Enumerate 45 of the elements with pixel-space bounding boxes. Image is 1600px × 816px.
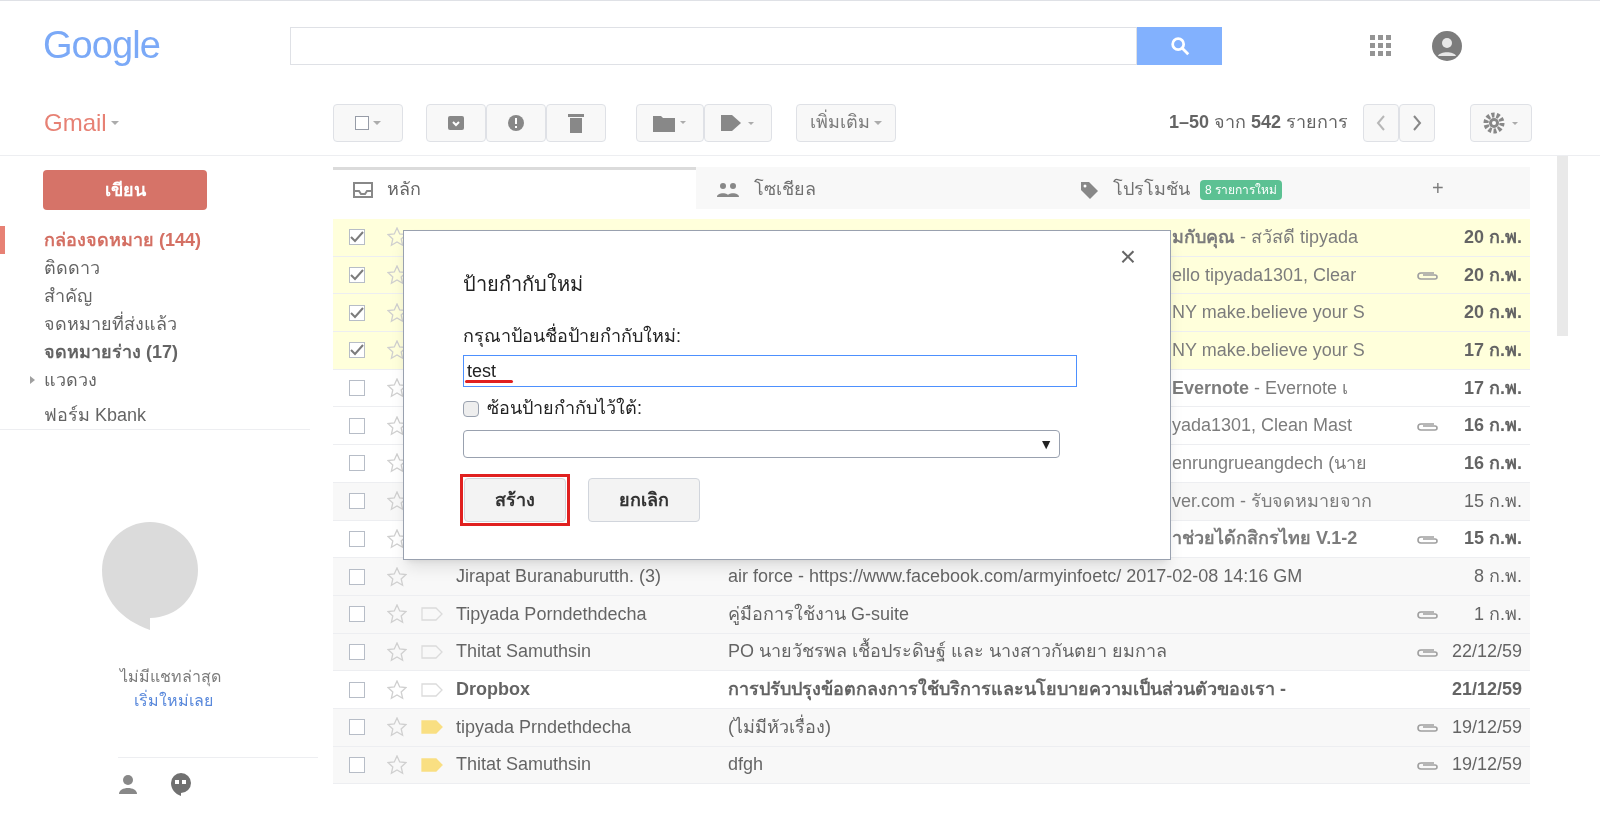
email-date: 19/12/59 <box>1450 715 1523 739</box>
tab-label: โปรโมชัน <box>1113 177 1190 201</box>
email-date: 22/12/59 <box>1450 640 1523 664</box>
email-snippet: มกับคุณ - สวัสดี tipyada <box>1172 225 1360 251</box>
email-date: 15 ก.พ. <box>1462 489 1523 513</box>
chat-empty-text: ไม่มีแชทล่าสุด <box>120 667 222 689</box>
email-snippet: าช่วยได้กสิกรไทย V.1-2 <box>1172 526 1359 551</box>
email-snippet: NY make.believe your S <box>1172 338 1366 362</box>
email-date: 20 ก.พ. <box>1462 263 1523 287</box>
email-date: 17 ก.พ. <box>1462 338 1523 362</box>
email-snippet: Evernote - Evernote เ <box>1172 376 1350 400</box>
tab-label: โซเชียล <box>754 177 816 201</box>
email-snippet: ello tipyada1301, Clear <box>1172 263 1358 287</box>
email-subject: การปรับปรุงข้อตกลงการใช้บริการและนโยบายความเป็นส่วนตัวของเรา - <box>728 676 1287 703</box>
email-snippet: yada1301, Clean Mast <box>1172 414 1354 438</box>
email-snippet: ver.com - รับจดหมายจาก <box>1172 489 1373 513</box>
email-snippet: NY make.believe your S <box>1172 301 1366 325</box>
prompt-text: กรุณาป้อนชื่อป้ายกำกับใหม่: <box>463 323 1170 350</box>
sender-name: tipyada Prndethdecha <box>456 715 633 739</box>
sender-name: Tipyada Porndethdecha <box>456 602 648 626</box>
email-date: 16 ก.พ. <box>1462 451 1523 475</box>
email-subject: air force - https://www.facebook.com/armyinfoetc/ 2017-02-08 14:16 GM <box>728 565 1304 589</box>
email-snippet: enrungrueangdech (นาย <box>1172 451 1369 475</box>
sender-name: Dropbox <box>456 678 531 702</box>
email-date: 21/12/59 <box>1450 678 1523 702</box>
email-subject: dfgh <box>728 753 765 777</box>
tab-label: หลัก <box>387 178 421 201</box>
nest-label: ซ้อนป้ายกำกับไว้ใต้: <box>487 396 642 420</box>
sender-name: Thitat Samuthsin <box>456 640 593 664</box>
dialog-title: ป้ายกำกับใหม่ <box>463 272 584 297</box>
email-date: 17 ก.พ. <box>1462 376 1523 400</box>
email-date: 15 ก.พ. <box>1462 527 1523 551</box>
email-subject: PO นายวัชรพล เชื้อประดิษฐ์ และ นางสาวกันตยา ยมกาล <box>728 638 1410 666</box>
sender-name: Thitat Samuthsin <box>456 753 593 777</box>
email-date: 20 ก.พ. <box>1462 225 1523 249</box>
sender-name: Jirapat Buranaburutth. (3) <box>456 565 663 589</box>
email-date: 8 ก.พ. <box>1473 565 1523 589</box>
email-subject: คู่มือการใช้งาน G-suite <box>728 602 911 627</box>
new-count-badge: 8 รายการใหม่ <box>1200 179 1282 200</box>
email-date: 1 ก.พ. <box>1473 602 1523 626</box>
page-info: 1–50 จาก 542 รายการ <box>1168 111 1348 134</box>
email-date: 20 ก.พ. <box>1462 301 1523 325</box>
email-date: 16 ก.พ. <box>1462 414 1523 438</box>
email-date: 19/12/59 <box>1450 753 1523 777</box>
email-subject: (ไม่มีหัวเรื่อง) <box>728 713 832 739</box>
